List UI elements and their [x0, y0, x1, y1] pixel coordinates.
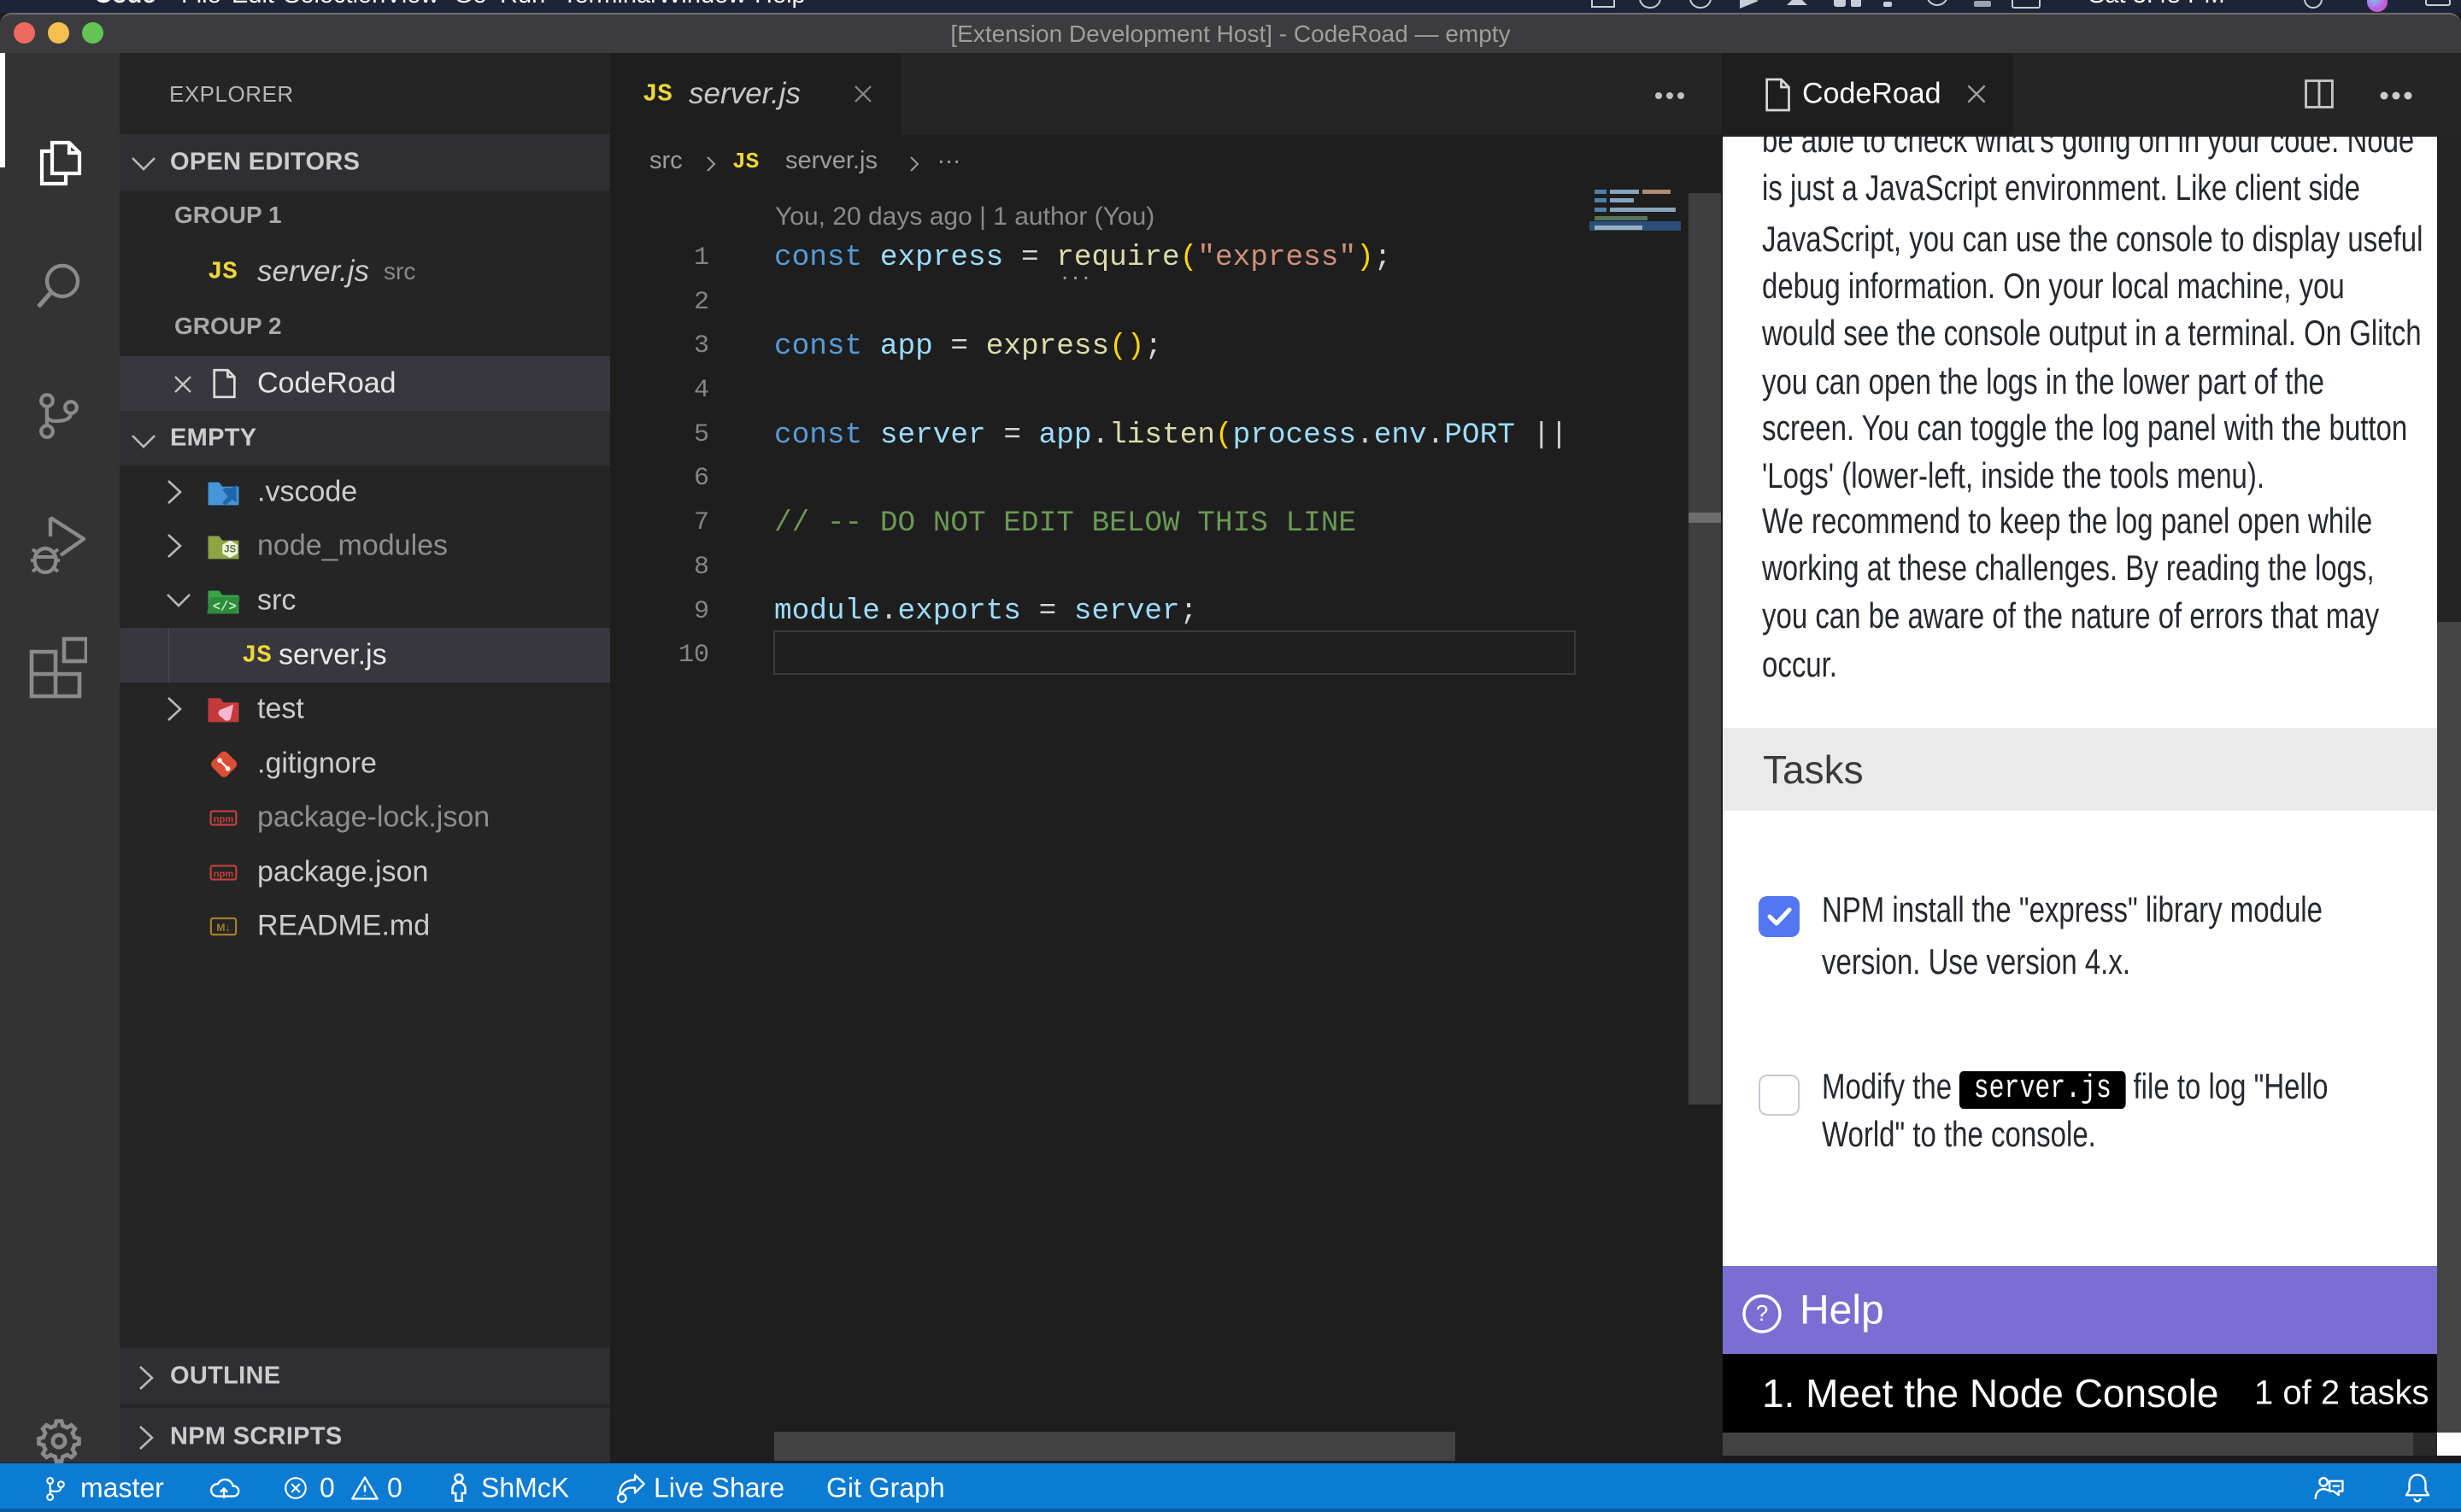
- svg-text:npm: npm: [214, 869, 234, 879]
- svg-text:JS: JS: [224, 545, 236, 555]
- svg-text:</>: </>: [213, 600, 237, 615]
- svg-text:M↓: M↓: [216, 922, 230, 934]
- svg-text:?: ?: [1756, 1300, 1768, 1326]
- svg-text:npm: npm: [214, 814, 234, 824]
